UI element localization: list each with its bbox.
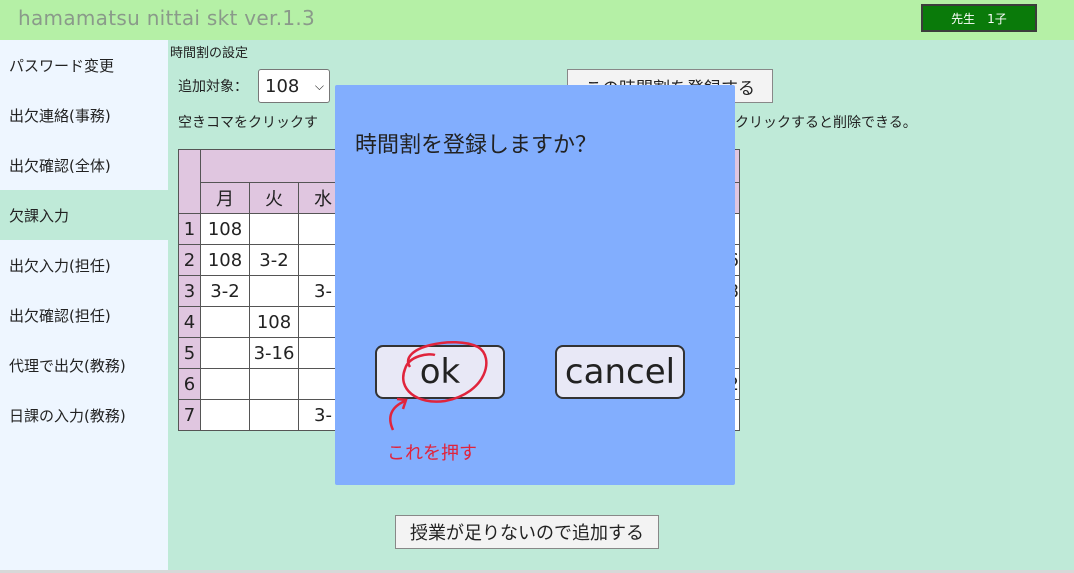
- timetable-corner: [178, 149, 201, 214]
- timetable-cell[interactable]: 108: [249, 306, 299, 338]
- user-badge[interactable]: 先生 1子: [921, 4, 1037, 32]
- day-header-tue: 火: [249, 182, 299, 214]
- instruction-text-right: クリックすると削除できる。: [735, 115, 917, 131]
- period-number: 1: [178, 213, 201, 245]
- period-number: 6: [178, 368, 201, 400]
- app-title: hamamatsu nittai skt ver.1.3: [18, 6, 316, 30]
- target-select-value: 108: [265, 75, 300, 97]
- add-lesson-button[interactable]: 授業が足りないので追加する: [395, 515, 659, 549]
- timetable-cell[interactable]: [200, 368, 250, 400]
- period-number: 4: [178, 306, 201, 338]
- sidebar-item-proxy-attendance[interactable]: 代理で出欠(教務): [0, 340, 168, 390]
- timetable-cell[interactable]: [249, 399, 299, 431]
- timetable-cell[interactable]: [249, 275, 299, 307]
- sidebar-item-attendance-contact[interactable]: 出欠連絡(事務): [0, 90, 168, 140]
- timetable-cell[interactable]: 3-16: [249, 337, 299, 369]
- timetable-cell[interactable]: [249, 368, 299, 400]
- timetable-cell[interactable]: [200, 306, 250, 338]
- target-label: 追加対象：: [178, 79, 248, 95]
- timetable-cell[interactable]: 108: [200, 213, 250, 245]
- section-title: 時間割の設定: [170, 46, 249, 61]
- sidebar: パスワード変更 出欠連絡(事務) 出欠確認(全体) 欠課入力 出欠入力(担任) …: [0, 40, 168, 573]
- timetable-cell[interactable]: 3-2: [249, 244, 299, 276]
- sidebar-item-password[interactable]: パスワード変更: [0, 40, 168, 90]
- chevron-down-icon: ⌵: [314, 79, 324, 93]
- sidebar-item-daily-schedule[interactable]: 日課の入力(教務): [0, 390, 168, 440]
- timetable-cell[interactable]: [249, 213, 299, 245]
- timetable-cell[interactable]: 108: [200, 244, 250, 276]
- timetable-cell[interactable]: 3-2: [200, 275, 250, 307]
- confirm-dialog: 時間割を登録しますか？ ok cancel これを押す: [335, 85, 735, 485]
- instruction-text: 空きコマをクリックす: [178, 115, 318, 131]
- sidebar-item-attendance-check-all[interactable]: 出欠確認(全体): [0, 140, 168, 190]
- annotation-text: これを押す: [387, 443, 477, 464]
- period-number: 3: [178, 275, 201, 307]
- period-number: 5: [178, 337, 201, 369]
- top-bar: hamamatsu nittai skt ver.1.3 先生 1子: [0, 0, 1074, 40]
- timetable-cell[interactable]: [200, 337, 250, 369]
- target-select[interactable]: 108 ⌵: [258, 69, 330, 103]
- day-header-mon: 月: [200, 182, 250, 214]
- sidebar-item-absence-input[interactable]: 欠課入力: [0, 190, 168, 240]
- sidebar-item-attendance-check-homeroom[interactable]: 出欠確認(担任): [0, 290, 168, 340]
- annotation-circle-arrow: [389, 340, 488, 431]
- period-number: 7: [178, 399, 201, 431]
- timetable-cell[interactable]: [200, 399, 250, 431]
- period-number: 2: [178, 244, 201, 276]
- sidebar-item-attendance-input-homeroom[interactable]: 出欠入力(担任): [0, 240, 168, 290]
